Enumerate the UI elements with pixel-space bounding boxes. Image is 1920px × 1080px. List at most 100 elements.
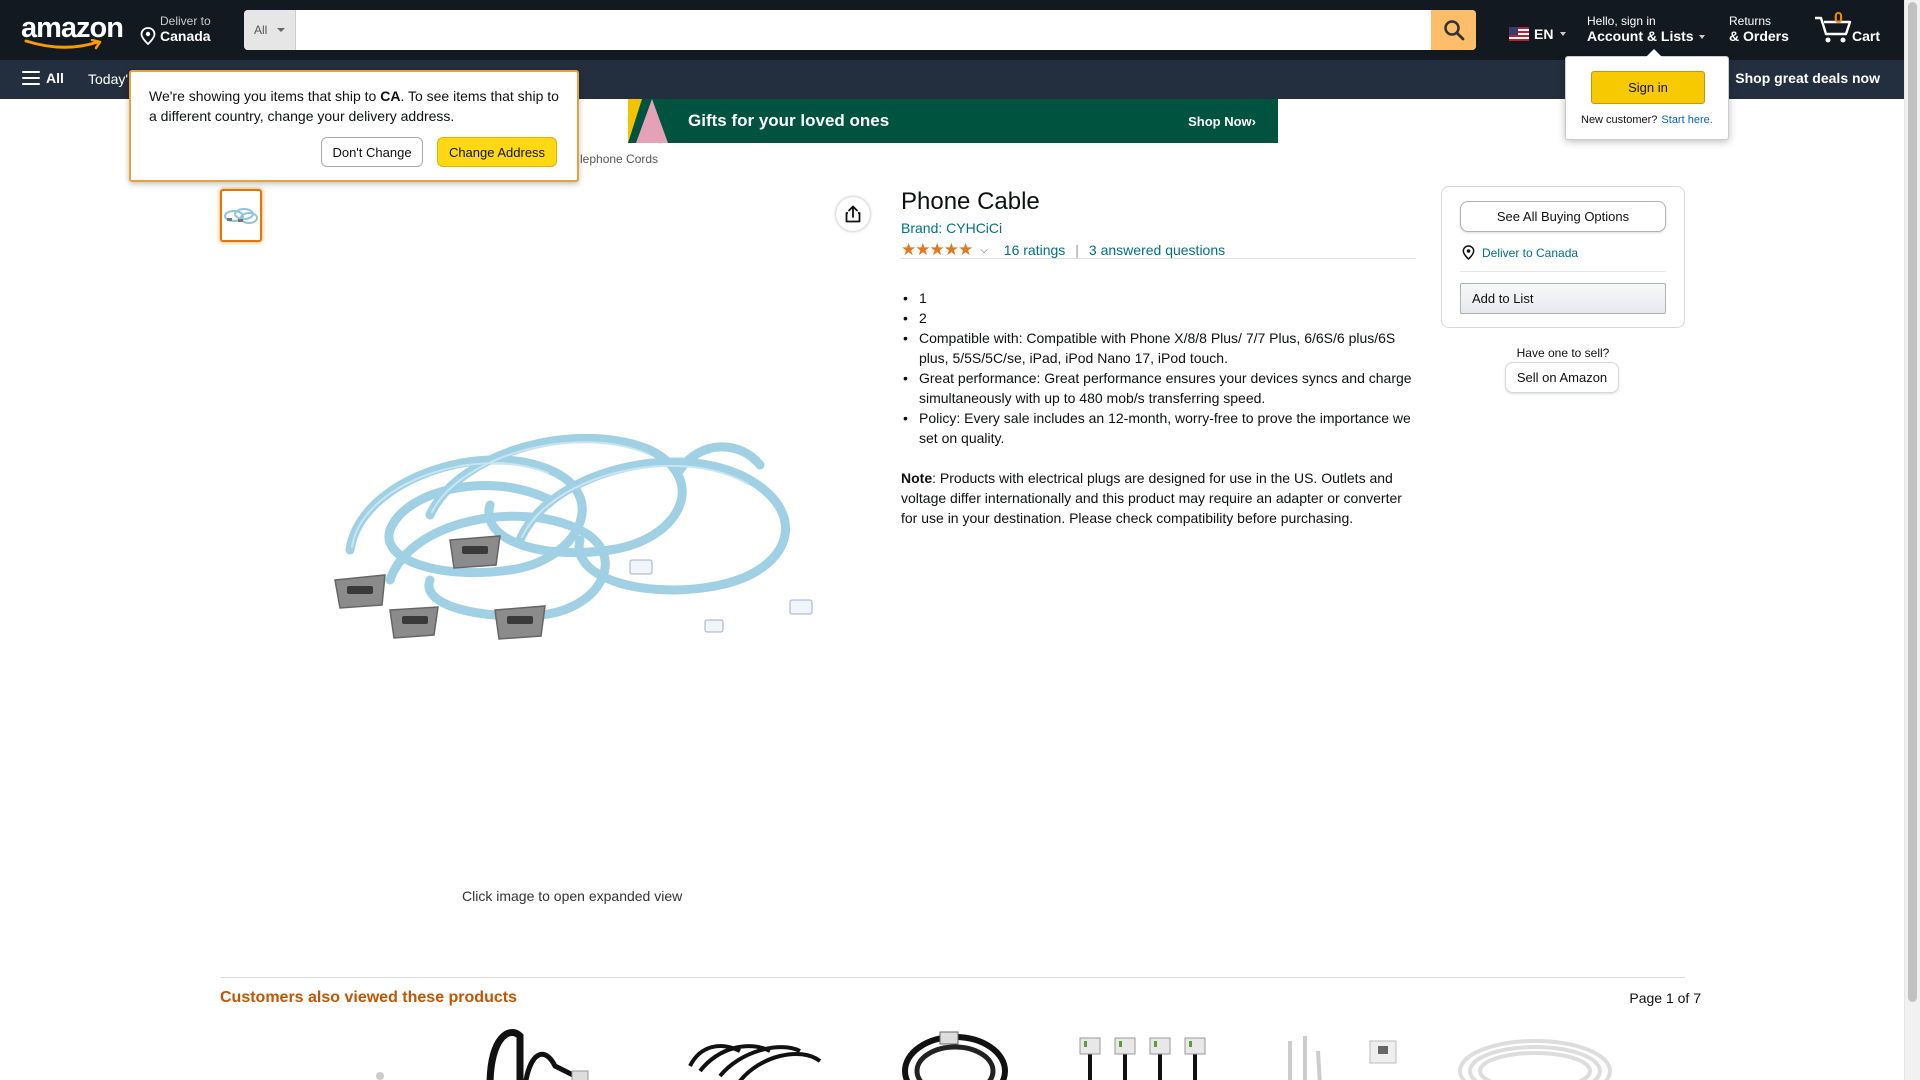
note-text: : Products with electrical plugs are des… [901,470,1402,526]
image-caption: Click image to open expanded view [462,888,683,904]
share-icon [845,205,861,223]
carousel-product[interactable] [1450,1026,1620,1080]
search-button[interactable] [1431,10,1476,50]
carousel-product[interactable] [680,1026,830,1080]
carousel-product[interactable] [1270,1026,1410,1080]
search-icon [1443,20,1464,41]
carousel-page-indicator: Page 1 of 7 [1629,990,1701,1006]
location-pin-icon [1462,245,1475,260]
carousel-product[interactable] [350,1026,410,1080]
deliver-to-link[interactable]: Deliver to Canada [1462,245,1578,260]
cart-label: Cart [1852,28,1881,44]
feature-bullets: 1 2 Compatible with: Compatible with Pho… [901,288,1416,448]
search-category-label: All [254,23,268,37]
message-text: We're showing you items that ship to [149,88,381,104]
location-pin-icon [140,27,156,45]
all-menu-button[interactable]: All [22,70,64,86]
electrical-note: Note: Products with electrical plugs are… [901,468,1416,528]
product-thumbnail [1079,1037,1206,1080]
feature-bullet: Great performance: Great performance ens… [901,368,1416,408]
chevron-down-icon[interactable]: ⌵ [980,245,988,256]
have-one-to-sell: Have one to sell? [1516,346,1610,360]
deliver-label: Deliver to [160,14,211,28]
cart-button[interactable]: 0 Cart [1812,8,1892,48]
cart-icon [1815,16,1852,43]
ratings-row: ★★★★★ ⌵ 16 ratings | 3 answered question… [901,240,1225,260]
breadcrumb[interactable]: lephone Cords [580,152,658,166]
product-thumbnail [1288,1036,1397,1080]
banner-shop-now[interactable]: Shop Now› [1188,114,1256,129]
hamburger-icon [22,71,40,85]
search-category-dropdown[interactable]: All [244,10,296,50]
share-button[interactable] [836,197,870,231]
all-menu-label: All [46,70,64,86]
sell-on-amazon-button[interactable]: Sell on Amazon [1505,362,1619,393]
ratings-count-link[interactable]: 16 ratings [1004,242,1065,258]
divider [901,258,1416,259]
feature-bullet: 1 [901,288,1416,308]
language-label: EN [1534,26,1554,42]
carousel-product[interactable] [1075,1026,1215,1080]
chevron-down-icon [1560,32,1567,36]
new-customer-text: New customer? Start here. [1581,114,1713,126]
todays-deals-link[interactable]: Today's Deals [88,71,128,87]
dont-change-button[interactable]: Don't Change [321,137,423,167]
chevron-down-icon [277,28,286,32]
cable-thumbnail-icon [224,207,258,224]
divider [220,977,1685,978]
product-thumbnail [486,1029,589,1080]
add-to-list-button[interactable]: Add to List [1460,283,1666,314]
image-thumbnail[interactable] [220,189,262,242]
carousel-product[interactable] [900,1026,1010,1080]
start-here-link[interactable]: Start here. [1661,114,1712,126]
promo-banner[interactable]: Gifts for your loved ones Shop Now› [628,99,1278,143]
search-input[interactable] [296,10,1431,50]
returns-label: Returns [1729,14,1772,28]
delivery-popover-message: We're showing you items that ship to CA.… [149,86,569,126]
phone-cable-image [334,433,813,640]
account-lists-label: Account & Lists [1587,28,1694,44]
star-rating-icon[interactable]: ★★★★★ [901,240,973,260]
account-greeting: Hello, sign in [1587,14,1656,28]
shop-deals-promo[interactable]: Shop great deals now [1735,70,1880,86]
language-selector[interactable]: EN [1509,26,1567,42]
top-nav: amazon Deliver to Canada All EN Hello, s… [0,0,1904,60]
returns-and-orders[interactable]: Returns & Orders [1729,14,1789,44]
product-thumbnail [1458,1039,1612,1080]
scrollbar-thumb[interactable] [1908,2,1917,1002]
note-label: Note [901,470,933,486]
feature-bullet: 2 [901,308,1416,328]
product-image[interactable] [320,410,825,660]
carousel-product[interactable] [480,1026,600,1080]
product-brand-link[interactable]: Brand: CYHCiCi [901,220,1002,236]
see-all-buying-options-button[interactable]: See All Buying Options [1460,201,1666,232]
new-customer-label: New customer? [1581,114,1658,126]
change-address-button[interactable]: Change Address [437,137,557,167]
divider [1460,271,1666,272]
product-title: Phone Cable [901,188,1040,215]
separator: | [1075,242,1079,258]
signin-flyout: Sign in New customer? Start here. [1565,49,1729,140]
banner-decoration [656,99,670,143]
product-thumbnail [688,1044,822,1080]
product-thumbnail [902,1031,1008,1080]
answered-questions-link[interactable]: 3 answered questions [1089,242,1225,258]
us-flag-icon [1509,27,1529,41]
page-scrollbar[interactable] [1904,0,1920,1080]
amazon-logo[interactable]: amazon [18,12,124,50]
banner-title: Gifts for your loved ones [688,111,890,130]
deliver-to-label: Deliver to Canada [1482,245,1579,260]
chevron-down-icon [1699,35,1706,40]
delivery-address-popover: We're showing you items that ship to CA.… [129,70,579,182]
search-bar: All [244,10,1476,50]
deliver-country: Canada [160,28,211,44]
product-thumbnail [376,1072,384,1080]
sign-in-button[interactable]: Sign in [1591,71,1705,104]
account-and-lists[interactable]: Hello, sign in Account & Lists [1587,14,1706,44]
orders-label: & Orders [1729,28,1789,44]
buy-box: See All Buying Options Deliver to Canada… [1441,186,1685,328]
country-code: CA [380,88,401,104]
feature-bullet: Policy: Every sale includes an 12-month,… [901,408,1416,448]
feature-bullet: Compatible with: Compatible with Phone X… [901,328,1416,368]
carousel-items [220,1026,1685,1080]
